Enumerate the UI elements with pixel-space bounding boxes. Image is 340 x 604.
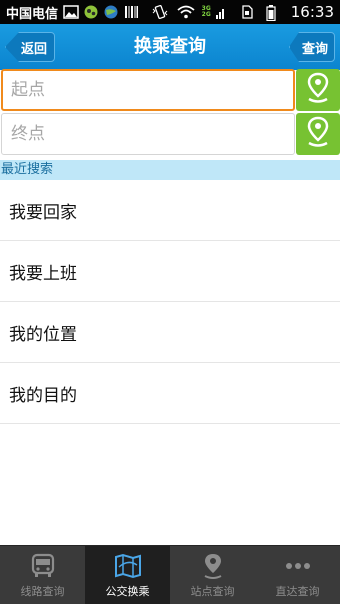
tab-line-query[interactable]: 线路查询 xyxy=(0,546,85,604)
recent-item-go-home[interactable]: 我要回家 xyxy=(0,180,340,241)
start-input[interactable] xyxy=(1,69,295,111)
battery-icon xyxy=(266,5,282,22)
network-type: 3G 2G xyxy=(202,6,211,18)
more-dots-icon xyxy=(283,552,313,580)
app-notification-icon xyxy=(83,5,99,19)
tab-direct-query-label: 直达查询 xyxy=(275,585,320,598)
recent-search-list: 我要回家 我要上班 我的位置 我的目的 xyxy=(0,180,340,424)
recent-search-header: 最近搜索 xyxy=(0,160,340,180)
status-bar: 中国电信 3G 2G 16:33 xyxy=(0,0,340,24)
network-type-2g: 2G xyxy=(201,11,211,18)
location-pin-icon xyxy=(306,116,330,152)
start-field-row xyxy=(0,69,340,111)
tab-station-query-label: 站点查询 xyxy=(190,585,235,598)
tab-line-query-label: 线路查询 xyxy=(20,585,65,598)
title-bar: 返回 换乘查询 查询 xyxy=(0,24,340,70)
barcode-icon xyxy=(123,5,139,19)
tab-direct-query[interactable]: 直达查询 xyxy=(255,546,340,604)
location-pin-icon xyxy=(306,72,330,108)
bus-icon xyxy=(28,552,58,580)
end-field-row xyxy=(0,113,340,155)
clock: 16:33 xyxy=(290,3,334,21)
end-input[interactable] xyxy=(1,113,295,155)
wifi-icon xyxy=(177,5,195,19)
start-location-button[interactable] xyxy=(296,69,340,111)
signal-icon xyxy=(215,5,232,19)
tab-bus-transfer-label: 公交换乘 xyxy=(105,585,150,598)
recent-item-my-destination[interactable]: 我的目的 xyxy=(0,363,340,424)
location-pin-icon xyxy=(198,552,228,580)
end-location-button[interactable] xyxy=(296,113,340,155)
recent-item-go-work[interactable]: 我要上班 xyxy=(0,241,340,302)
sim-icon xyxy=(241,5,257,19)
image-icon xyxy=(63,5,79,19)
globe-icon xyxy=(103,5,119,19)
bottom-tab-bar: 线路查询 公交换乘 站点查询 直达查询 xyxy=(0,545,340,604)
tab-bus-transfer[interactable]: 公交换乘 xyxy=(85,546,170,604)
map-icon xyxy=(113,552,143,580)
carrier-label: 中国电信 xyxy=(6,6,59,22)
tab-station-query[interactable]: 站点查询 xyxy=(170,546,255,604)
recent-item-my-location[interactable]: 我的位置 xyxy=(0,302,340,363)
vibrate-icon xyxy=(152,4,168,20)
